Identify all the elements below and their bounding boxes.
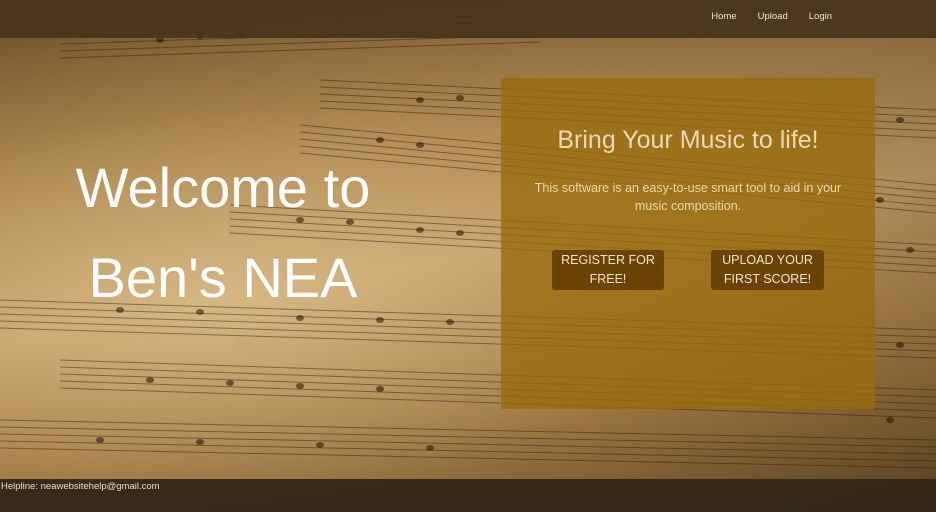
nav-upload-link[interactable]: Upload: [758, 9, 788, 24]
nav-links: Home Upload Login: [690, 9, 832, 24]
nav-login-link[interactable]: Login: [809, 9, 832, 24]
register-button-label-line2: FREE!: [589, 272, 627, 286]
panel-description: This software is an easy-to-use smart to…: [534, 181, 842, 213]
upload-button-label-line1: UPLOAD YOUR: [722, 253, 813, 267]
footer: Helpline: neawebsitehelp@gmail.com: [0, 479, 936, 512]
promo-panel: Bring Your Music to life! This software …: [501, 78, 875, 409]
hero-title-line2: Ben's NEA: [88, 246, 358, 309]
upload-button-label-line2: FIRST SCORE!: [723, 272, 812, 286]
register-button-label-line1: REGISTER FOR: [561, 253, 655, 267]
nav-home-link[interactable]: Home: [711, 9, 736, 24]
top-navbar: Home Upload Login: [0, 0, 936, 38]
upload-score-button[interactable]: UPLOAD YOUR FIRST SCORE!: [711, 250, 824, 290]
hero-title-line1: Welcome to: [75, 156, 371, 219]
register-button[interactable]: REGISTER FOR FREE!: [552, 250, 664, 290]
panel-heading: Bring Your Music to life!: [557, 126, 819, 154]
hero-title: Welcome to Ben's NEA: [28, 143, 418, 323]
helpline-text: Helpline: neawebsitehelp@gmail.com: [1, 481, 160, 492]
